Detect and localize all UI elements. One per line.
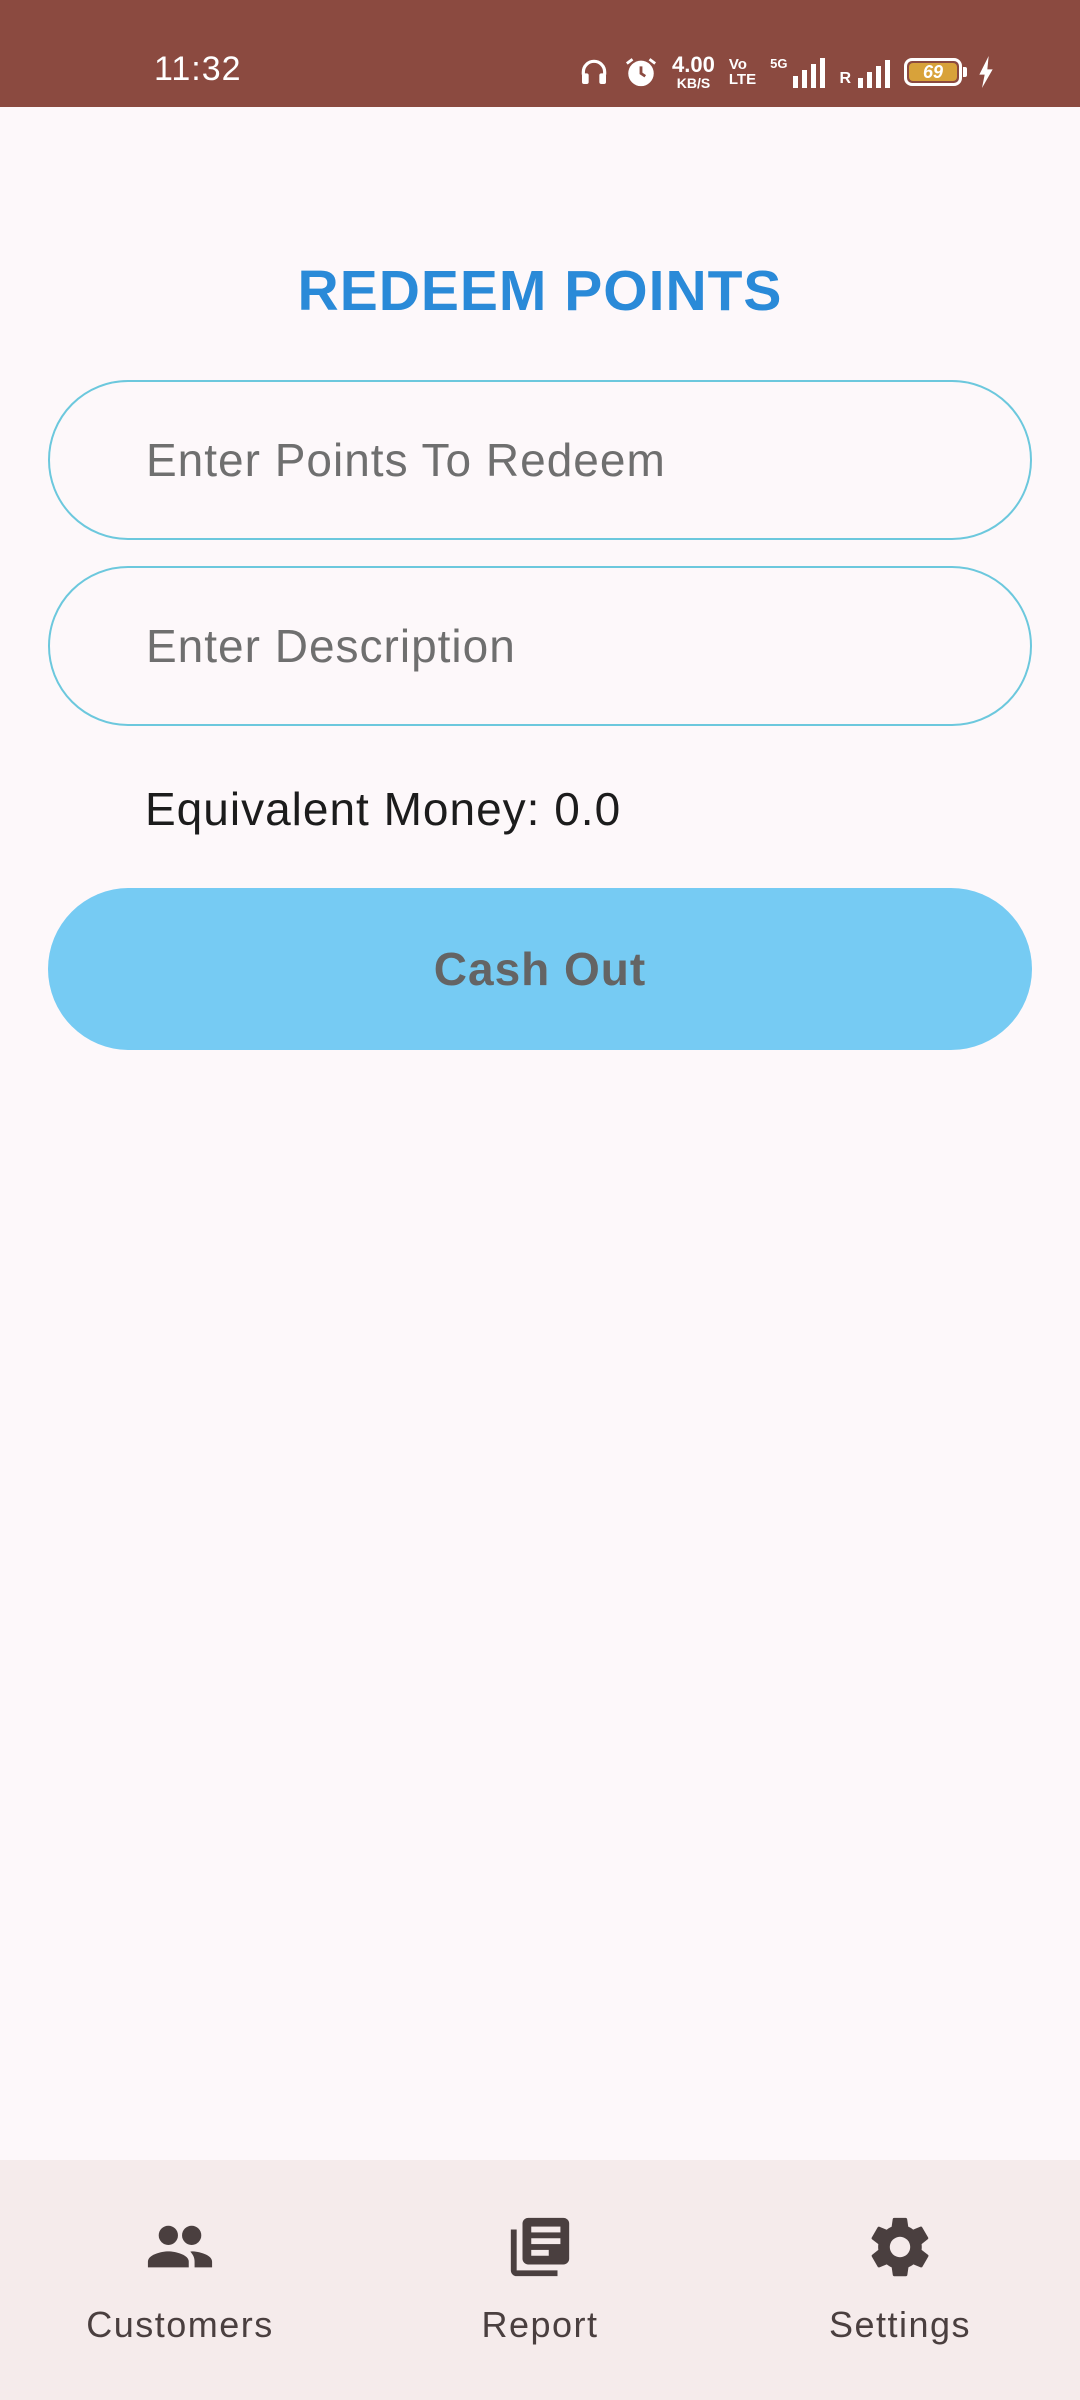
charging-icon [979, 56, 993, 88]
points-input[interactable] [146, 382, 986, 538]
headphones-icon [581, 59, 607, 84]
nav-item-settings[interactable]: Settings [720, 2160, 1080, 2400]
alarm-icon [626, 58, 657, 87]
status-icons: 4.00 KB/S Vo LTE 5G R 69 [578, 52, 996, 92]
page-title: REDEEM POINTS [297, 259, 783, 323]
description-field[interactable] [48, 566, 1032, 726]
equivalent-money-text: Equivalent Money: 0.0 [145, 783, 622, 835]
points-field[interactable] [48, 380, 1032, 540]
bottom-navigation: Customers Report Settings [0, 2160, 1080, 2400]
nav-label-customers: Customers [86, 2304, 274, 2345]
status-bar: 11:32 4.00 KB/S Vo LTE 5G R 69 [0, 0, 1080, 107]
signal-icon: 5G [770, 56, 826, 88]
battery-icon: 69 [904, 58, 967, 86]
nav-item-customers[interactable]: Customers [0, 2160, 360, 2400]
cash-out-button[interactable]: Cash Out [48, 888, 1032, 1050]
people-icon [147, 2225, 213, 2268]
signal-icon-secondary: R [839, 56, 890, 88]
volte-indicator: Vo LTE [728, 56, 757, 88]
nav-label-settings: Settings [828, 2304, 972, 2345]
nav-label-report: Report [481, 2304, 599, 2345]
nav-item-report[interactable]: Report [360, 2160, 720, 2400]
network-speed: 4.00 KB/S [672, 52, 715, 91]
status-time: 11:32 [154, 50, 242, 88]
description-input[interactable] [146, 568, 986, 724]
gear-icon [871, 2217, 929, 2277]
report-icon [510, 2217, 570, 2277]
